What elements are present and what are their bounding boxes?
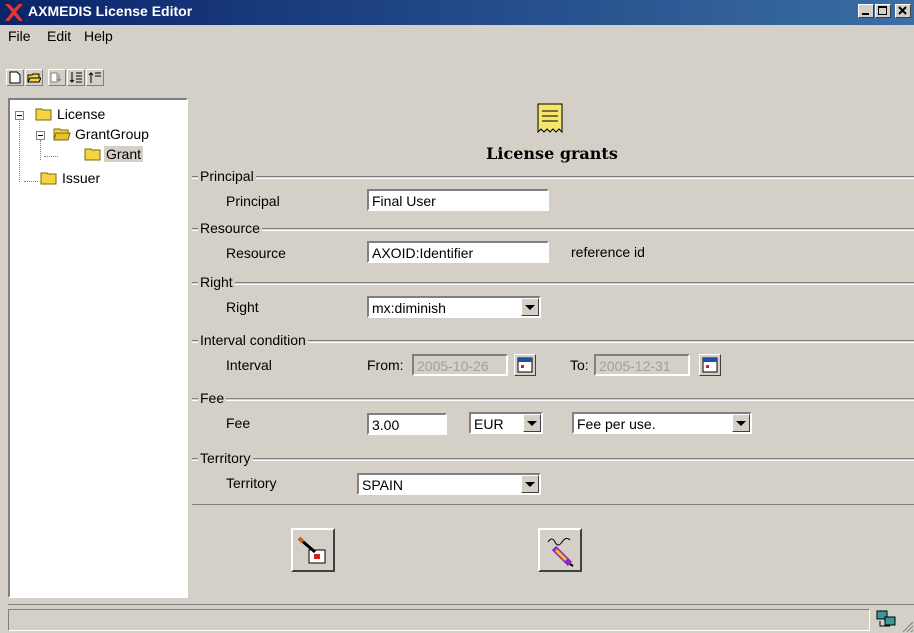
territory-group: Territory Territory SPAIN [192, 450, 914, 505]
territory-select-value: SPAIN [362, 477, 403, 493]
from-calendar-button[interactable] [514, 354, 536, 376]
tree-label-license: License [57, 106, 106, 122]
title-bar[interactable]: AXMEDIS License Editor [0, 0, 914, 25]
fee-amount-input[interactable]: 3.00 [367, 413, 447, 435]
interval-group-title: Interval condition [198, 332, 308, 348]
to-label: To: [570, 357, 589, 373]
fee-type-select[interactable]: Fee per use. [572, 412, 752, 434]
add-child-icon [50, 72, 62, 83]
chevron-down-icon[interactable] [732, 414, 750, 432]
document-icon [537, 103, 563, 134]
axmedis-logo-icon [5, 4, 23, 21]
expand-grantgroup-toggle[interactable] [36, 131, 45, 140]
sort-down-button[interactable] [67, 69, 85, 86]
license-tree[interactable]: License GrantGroup Grant Issuer [8, 98, 188, 598]
open-folder-icon [27, 73, 41, 83]
page-title: License grants [486, 144, 618, 163]
fee-group-title: Fee [198, 390, 227, 406]
interval-label: Interval [226, 357, 272, 373]
resource-group-title: Resource [198, 220, 262, 236]
principal-label: Principal [226, 193, 280, 209]
territory-group-title: Territory [198, 450, 253, 466]
tree-label-grantgroup: GrantGroup [75, 126, 149, 142]
menu-file[interactable]: File [8, 28, 31, 44]
interval-group: Interval condition Interval From: 2005-1… [192, 332, 914, 403]
folder-icon [40, 172, 57, 185]
chevron-down-icon[interactable] [521, 475, 539, 493]
right-group-title: Right [198, 274, 235, 290]
menu-help[interactable]: Help [84, 28, 113, 44]
chevron-down-icon[interactable] [521, 298, 539, 316]
signature-icon [297, 536, 326, 564]
resize-grip-icon[interactable] [900, 619, 914, 633]
new-button[interactable] [6, 69, 24, 86]
resource-hint: reference id [571, 244, 645, 260]
expand-license-toggle[interactable] [15, 111, 24, 120]
sign-license-button[interactable] [291, 528, 335, 572]
new-document-icon [9, 71, 21, 84]
sort-down-icon [69, 72, 82, 83]
folder-icon [84, 148, 101, 161]
fee-type-select-value: Fee per use. [577, 416, 656, 432]
to-date-input[interactable]: 2005-12-31 [594, 354, 690, 376]
chevron-down-icon[interactable] [523, 414, 541, 432]
write-license-button[interactable] [538, 528, 582, 572]
menu-edit[interactable]: Edit [47, 28, 71, 44]
calendar-icon [517, 357, 533, 373]
minimize-icon [862, 13, 869, 15]
to-calendar-button[interactable] [699, 354, 721, 376]
close-icon [898, 6, 907, 15]
principal-group-title: Principal [198, 168, 256, 184]
tree-label-issuer: Issuer [62, 170, 101, 186]
sort-up-button[interactable] [86, 69, 104, 86]
currency-select[interactable]: EUR [469, 412, 543, 434]
right-select[interactable]: mx:diminish [367, 296, 541, 318]
menu-bar: File Edit Help [0, 25, 914, 47]
resource-input[interactable]: AXOID:Identifier [367, 241, 549, 263]
currency-select-value: EUR [474, 416, 504, 432]
territory-select[interactable]: SPAIN [357, 473, 541, 495]
open-button[interactable] [25, 69, 43, 86]
maximize-button[interactable] [875, 4, 891, 18]
network-icon [876, 610, 896, 627]
toolbar [0, 47, 914, 97]
status-panel [8, 609, 870, 631]
right-select-value: mx:diminish [372, 300, 446, 316]
open-folder-icon [53, 128, 71, 141]
minimize-button[interactable] [858, 4, 874, 18]
window-title: AXMEDIS License Editor [28, 3, 193, 19]
close-button[interactable] [895, 4, 911, 18]
from-label: From: [367, 357, 404, 373]
principal-input[interactable]: Final User [367, 189, 549, 211]
resource-label: Resource [226, 245, 286, 261]
tree-label-grant: Grant [104, 146, 144, 162]
fee-group: Fee Fee 3.00 EUR Fee per use. [192, 390, 914, 461]
sort-up-icon [88, 72, 101, 83]
fee-label: Fee [226, 415, 251, 431]
add-child-button[interactable] [48, 69, 66, 86]
license-grants-panel: License grants Principal Principal Final… [190, 98, 914, 598]
folder-icon [35, 108, 52, 121]
territory-label: Territory [226, 475, 277, 491]
right-label: Right [226, 299, 259, 315]
status-bar [8, 604, 914, 633]
calendar-icon [702, 357, 718, 373]
maximize-icon [878, 6, 887, 15]
from-date-input[interactable]: 2005-10-26 [412, 354, 508, 376]
pen-write-icon [547, 537, 574, 567]
